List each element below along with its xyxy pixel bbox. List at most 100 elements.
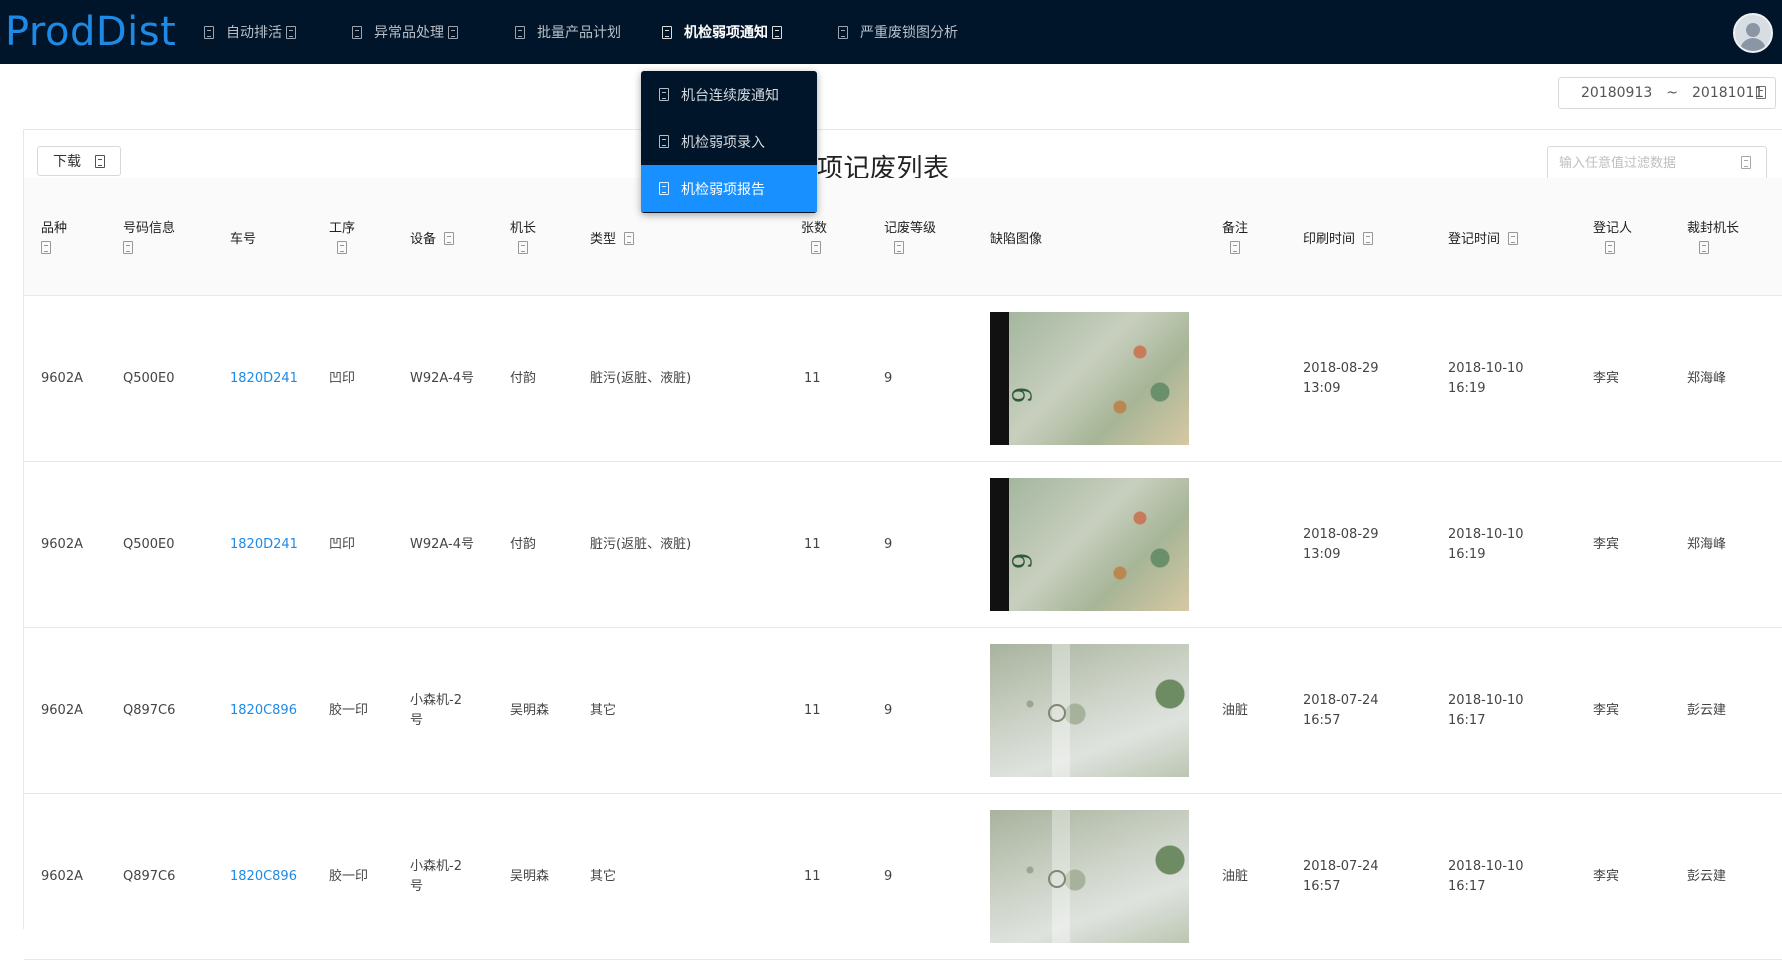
col-label: 号码信息 (123, 221, 176, 236)
cell-device: W92A-4号 (410, 462, 474, 628)
col-label: 印刷时间 (1303, 231, 1356, 247)
col-label: 张数 (801, 221, 828, 236)
defect-image[interactable]: 6 (990, 478, 1189, 611)
col-cart[interactable]: 车号 (230, 178, 256, 296)
menu-item-weakness-report[interactable]: 机检弱项报告 (641, 165, 817, 212)
filter-icon[interactable] (41, 241, 51, 254)
nav-item-weakness-notice[interactable]: 机检弱项通知 (662, 0, 782, 64)
sort-icon[interactable] (1363, 232, 1374, 245)
col-image: 缺陷图像 (990, 178, 1042, 296)
col-reg-time[interactable]: 登记时间 (1448, 178, 1519, 296)
cell-sheets: 11 (804, 869, 821, 884)
table-row: 9602A Q500E0 1820D241 凹印 W92A-4号 付韵 脏污(返… (24, 462, 1782, 628)
nav-item-batch-plan[interactable]: 批量产品计划 (515, 0, 621, 64)
sort-icon[interactable] (894, 241, 904, 254)
date: 2018-07-24 (1303, 859, 1379, 874)
nav-item-auto-schedule[interactable]: 自动排活 (204, 0, 296, 64)
filter-icon[interactable] (1230, 241, 1240, 254)
cell-cart-link[interactable]: 1820C896 (230, 628, 297, 794)
table-row: 9602A Q897C6 1820C896 胶一印 小森机-2 号 吴明森 其它… (24, 628, 1782, 794)
col-cut-captain[interactable]: 裁封机长 (1687, 178, 1739, 296)
col-process[interactable]: 工序 (329, 178, 355, 296)
defect-image[interactable] (990, 644, 1189, 777)
filter-icon[interactable] (444, 232, 455, 245)
sort-icon[interactable] (811, 241, 821, 254)
download-icon (95, 154, 105, 168)
col-type[interactable]: 类型 (590, 178, 635, 296)
document-icon (662, 25, 672, 39)
image-mark (1048, 870, 1066, 888)
nav-item-label: 严重废锁图分析 (860, 25, 958, 41)
filter-icon[interactable] (1699, 241, 1709, 254)
device-line: 小森机-2 (410, 693, 462, 708)
time: 16:57 (1303, 713, 1341, 728)
sort-icon[interactable] (1508, 232, 1519, 245)
date-range-picker[interactable]: 20180913 ~ 20181011 (1558, 77, 1776, 109)
cell-reg-time: 2018-10-10 16:19 (1448, 462, 1524, 628)
date: 2018-07-24 (1303, 693, 1379, 708)
cell-variety: 9602A (41, 869, 83, 884)
table-header: 品种 号码信息 车号 工序 设备 机长 类型 张数 记废等级 缺陷图像 备注 印… (24, 178, 1782, 296)
col-captain[interactable]: 机长 (510, 178, 536, 296)
menu-item-continuous-waste[interactable]: 机台连续废通知 (641, 71, 817, 118)
filter-icon[interactable] (624, 232, 635, 245)
col-label: 类型 (590, 231, 617, 247)
cell-type: 脏污(返脏、液脏) (590, 537, 692, 552)
col-level[interactable]: 记废等级 (884, 178, 936, 296)
device-line: 小森机-2 (410, 859, 462, 874)
document-icon (352, 25, 362, 39)
cell-registrar: 李宾 (1593, 371, 1620, 386)
filter-icon[interactable] (518, 241, 528, 254)
col-serial[interactable]: 号码信息 (123, 178, 175, 296)
cell-device: 小森机-2 号 (410, 628, 462, 794)
filter-icon[interactable] (123, 241, 133, 254)
col-registrar[interactable]: 登记人 (1593, 178, 1632, 296)
date-end: 20181011 (1692, 85, 1764, 101)
cell-print-time: 2018-07-24 16:57 (1303, 628, 1379, 794)
col-label: 品种 (41, 221, 68, 236)
record-card: 下载 项记废列表 品种 号码信息 车号 工序 设备 机长 类型 张数 (23, 129, 1782, 960)
defect-image[interactable]: 6 (990, 312, 1189, 445)
defect-image[interactable] (990, 810, 1189, 943)
table-row: 9602A Q897C6 1820C896 胶一印 小森机-2 号 吴明森 其它… (24, 794, 1782, 960)
time: 16:19 (1448, 381, 1486, 396)
download-button[interactable]: 下载 (37, 146, 121, 176)
filter-icon[interactable] (337, 241, 347, 254)
col-remark[interactable]: 备注 (1222, 178, 1248, 296)
filter-input[interactable] (1547, 146, 1767, 180)
avatar[interactable] (1733, 13, 1773, 53)
cell-level: 9 (884, 703, 893, 718)
device-line: W92A-4号 (410, 371, 474, 386)
cell-variety: 9602A (41, 537, 83, 552)
col-label: 裁封机长 (1687, 221, 1740, 236)
col-label: 登记人 (1593, 221, 1633, 236)
cell-cart-link[interactable]: 1820D241 (230, 296, 298, 462)
filter-icon[interactable] (1605, 241, 1615, 254)
app-logo[interactable]: ProdDist (5, 10, 176, 54)
col-print-time[interactable]: 印刷时间 (1303, 178, 1374, 296)
time: 16:19 (1448, 547, 1486, 562)
cell-serial: Q897C6 (123, 703, 176, 718)
cell-variety: 9602A (41, 371, 83, 386)
menu-item-weakness-entry[interactable]: 机检弱项录入 (641, 118, 817, 165)
cell-type: 其它 (590, 869, 617, 884)
search-icon[interactable] (1741, 156, 1751, 169)
date: 2018-10-10 (1448, 859, 1524, 874)
cell-remark: 油脏 (1222, 703, 1249, 718)
cell-cart-link[interactable]: 1820D241 (230, 462, 298, 628)
nav-dropdown-menu: 机台连续废通知 机检弱项录入 机检弱项报告 (641, 71, 817, 213)
nav-item-label: 批量产品计划 (537, 25, 621, 41)
chevron-down-icon (448, 25, 458, 39)
table-row: 9602A Q500E0 1820D241 凹印 W92A-4号 付韵 脏污(返… (24, 296, 1782, 462)
date-separator: ~ (1666, 85, 1678, 101)
date: 2018-08-29 (1303, 527, 1379, 542)
col-variety[interactable]: 品种 (41, 178, 67, 296)
cell-cart-link[interactable]: 1820C896 (230, 794, 297, 960)
nav-item-abnormal-products[interactable]: 异常品处理 (352, 0, 458, 64)
col-device[interactable]: 设备 (410, 178, 455, 296)
document-icon (659, 88, 669, 101)
cell-variety: 9602A (41, 703, 83, 718)
nav-item-lock-analysis[interactable]: 严重废锁图分析 (838, 0, 958, 64)
cell-type: 其它 (590, 703, 617, 718)
cell-registrar: 李宾 (1593, 537, 1620, 552)
